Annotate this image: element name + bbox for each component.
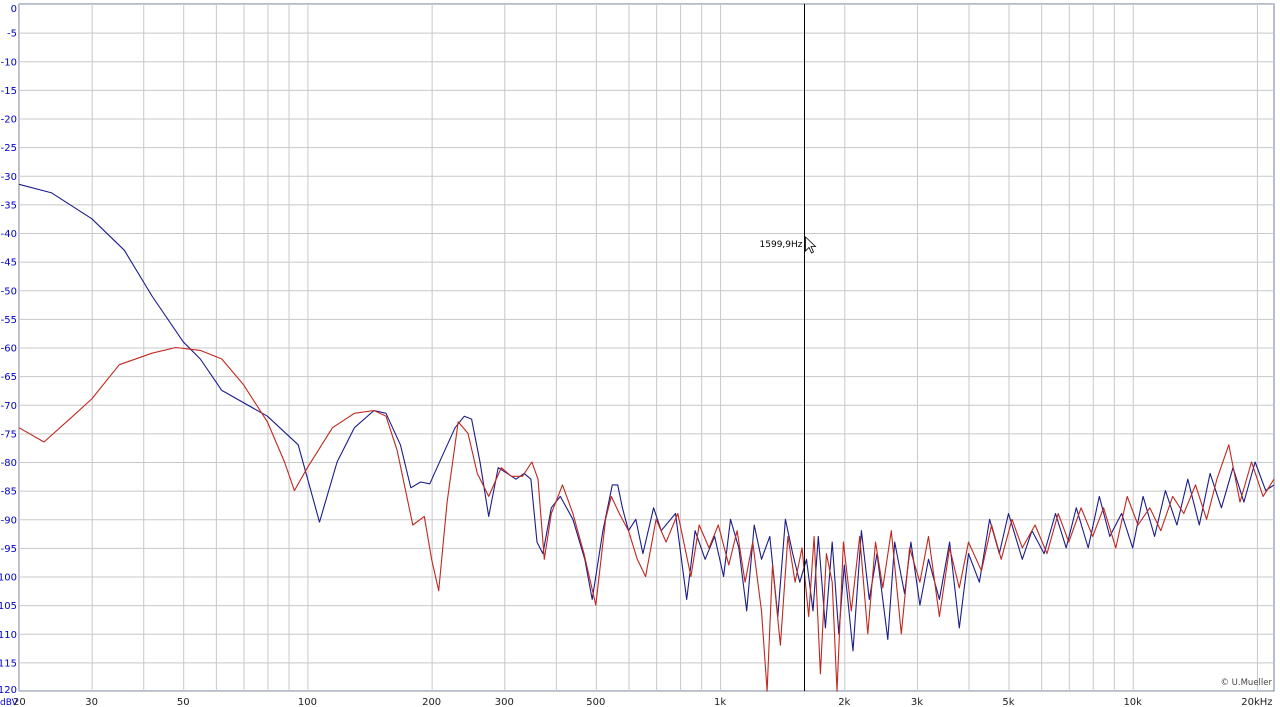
x-tick-label: 200 [422,697,441,707]
y-tick-label: -90 [1,515,17,526]
y-tick-label: -120 [0,685,17,696]
frequency-response-chart[interactable]: 1599,9Hz 0 -5 -10 -15 -20 -25 -30 -35 -40 -45 -50 -… [0,0,1280,707]
y-tick-label: -5 [7,29,17,40]
y-tick-label: -25 [1,143,17,154]
y-tick-label: -70 [1,401,17,412]
y-tick-label: -35 [1,200,17,211]
y-tick-label: -20 [1,115,17,126]
x-tick-label: 100 [298,697,317,707]
copyright-text: © U.Mueller [1220,678,1272,688]
x-tick-label: 10k [1123,697,1142,707]
y-tick-label: -55 [1,315,17,326]
y-tick-label: -30 [1,172,17,183]
y-tick-label: -105 [0,601,17,612]
y-tick-label: -85 [1,487,17,498]
y-tick-label: -15 [1,86,17,97]
y-tick-label: -95 [1,544,17,555]
x-tick-label: 300 [495,697,514,707]
spectrum-analyzer-view: 1599,9Hz 0 -5 -10 -15 -20 -25 -30 -35 -40 -45 -50 -… [0,0,1280,707]
y-unit-label: dBV [0,698,19,707]
y-tick-label: -115 [0,658,17,669]
y-tick-label: -60 [1,344,17,355]
x-tick-label: 30 [85,697,98,707]
y-tick-label: -45 [1,258,17,269]
x-tick-label: 1k [714,697,726,707]
y-tick-label: -50 [1,286,17,297]
y-tick-label: -65 [1,372,17,383]
y-tick-label: -80 [1,458,17,469]
y-tick-label: -10 [1,57,17,68]
x-tick-label: 2k [838,697,850,707]
x-tick-label: 50 [177,697,190,707]
cursor-frequency-label: 1599,9Hz [760,240,803,250]
x-tick-label: 500 [586,697,605,707]
y-tick-label: -40 [1,229,17,240]
x-axis-labels: 20 30 50 100 200 300 500 1k 2k 3k 5k 10k 20kHz [13,697,1273,707]
y-tick-label: -100 [0,573,17,584]
x-tick-label: 20kHz [1241,697,1272,707]
y-tick-label: -110 [0,630,17,641]
y-axis-labels: 0 -5 -10 -15 -20 -25 -30 -35 -40 -45 -50 -55 -60 -65 -… [0,4,17,696]
grid [18,3,1275,692]
y-tick-label: 0 [11,4,17,15]
x-tick-label: 5k [1002,697,1014,707]
y-tick-label: -75 [1,429,17,440]
x-tick-label: 3k [911,697,923,707]
